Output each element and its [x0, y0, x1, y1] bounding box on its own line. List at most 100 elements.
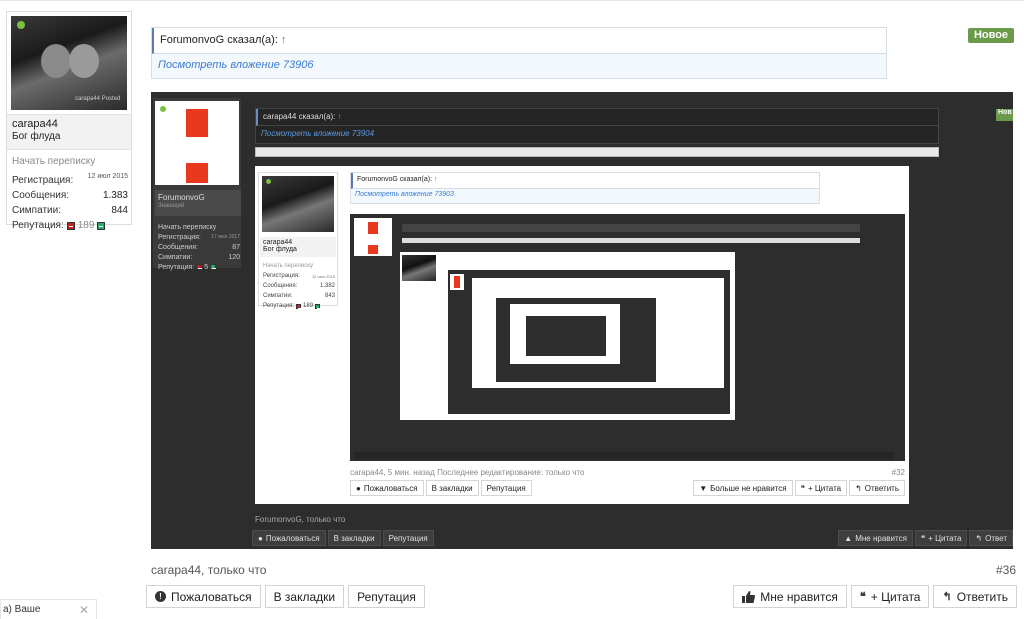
inner-attachment-link: Посмотреть вложение 73903	[351, 189, 819, 203]
reputation-minus-icon[interactable]	[66, 221, 75, 230]
embedded-quote-author: carapa44 сказал(а):	[263, 112, 336, 121]
logo-shape	[368, 222, 378, 234]
inner-report-label: Пожаловаться	[363, 483, 418, 493]
attached-screenshot[interactable]: ForumonvoG Знающий Начать переписку Реги…	[151, 92, 1013, 549]
inner-quote-header: ForumonvoG сказал(а): ↑	[351, 173, 819, 189]
embedded-registration-value: 17 июл 2017	[211, 234, 240, 240]
inner-quote-label: + Цитата	[807, 483, 842, 493]
reputation: Репутация: 189	[12, 220, 106, 231]
embedded-reputation-row: Репутация: 5	[158, 262, 240, 272]
report-button[interactable]: ! Пожаловаться	[146, 585, 261, 608]
inner-right-buttons: ▼ Больше не нравится ❝ + Цитата ↰ Ответить	[693, 480, 905, 498]
reputation-plus-icon[interactable]	[97, 221, 106, 230]
embedded-report-button: ● Пожаловаться	[252, 530, 326, 546]
start-conversation-link[interactable]: Начать переписку	[12, 156, 128, 167]
embedded-messages-row: Сообщения: 87	[158, 242, 240, 252]
avatar[interactable]: carapa44 Posted	[11, 16, 127, 110]
inner-messages-label: Сообщения:	[263, 283, 298, 289]
alert-circle-icon: ●	[258, 533, 263, 543]
reputation-minus-icon	[296, 303, 303, 309]
logo-shape	[454, 276, 460, 288]
embedded-bookmark-label: В закладки	[333, 533, 375, 543]
post-number[interactable]: #36	[996, 563, 1016, 577]
quote-button[interactable]: ❝ + Цитата	[850, 585, 930, 608]
quote-author: ForumonvoG сказал(а):	[160, 34, 278, 46]
inner-button-row: ● Пожаловаться В закладки Репутация ▼ Боль…	[350, 480, 905, 498]
inner-user-name-block: carapa44 Бог флуда	[260, 237, 336, 257]
quote-block: ForumonvoG сказал(а): ↑ Посмотреть вложе…	[151, 27, 887, 79]
inner-avatar	[262, 176, 334, 232]
go-to-quote-arrow-icon[interactable]: ↑	[281, 34, 287, 46]
inner-messages-value: 1.382	[319, 283, 335, 289]
embedded-attachment-link: Посмотреть вложение 73904	[261, 129, 375, 138]
thumbs-up-icon: ▲	[844, 533, 853, 543]
embedded-start-conversation: Начать переписку	[158, 222, 240, 232]
inner-registration-value: 12 июл 2015	[311, 273, 335, 279]
embedded-quote-button: ❝ + Цитата	[914, 530, 968, 546]
inner-user-block: carapa44 Бог флуда Начать переписку Реги…	[258, 172, 338, 309]
user-info: Начать переписку Регистрация: 12 июл 201…	[12, 156, 128, 233]
embedded-button-row: ● Пожаловаться В закладки Репутация ▲ Мне …	[252, 530, 1013, 548]
inner-reputation-label: Репутация:	[263, 303, 295, 309]
page: carapa44 Posted carapa44 Бог флуда Начат…	[0, 0, 1024, 619]
bookmark-button[interactable]: В закладки	[264, 585, 345, 608]
post-meta[interactable]: carapa44, только что	[151, 563, 266, 577]
username[interactable]: carapa44	[12, 118, 126, 130]
reputation-button[interactable]: Репутация	[348, 585, 425, 608]
inner-reputation-row: Репутация: 189	[263, 301, 335, 311]
user-title: Бог флуда	[12, 131, 61, 142]
close-icon[interactable]: ✕	[79, 603, 89, 617]
inner-reputation-value: 189	[303, 303, 314, 309]
avatar-shape	[41, 44, 71, 78]
inner-unlike-label: Больше не нравится	[710, 483, 787, 493]
embedded-username: ForumonvoG	[158, 193, 205, 202]
likes-row: Симпатии: 844	[12, 203, 128, 218]
likes-label: Симпатии:	[12, 205, 61, 216]
reply-label: Ответить	[956, 589, 1008, 604]
embedded-user-info: Начать переписку Регистрация: 17 июл 2017…	[158, 222, 240, 272]
notification-popup[interactable]: а) Ваше ✕	[0, 599, 97, 619]
embedded-messages-value: 87	[232, 243, 240, 251]
new-badge: Новое	[968, 28, 1014, 43]
embedded-reputation-value: 5	[204, 263, 209, 271]
attachment-link[interactable]: Посмотреть вложение 73906	[152, 54, 886, 78]
embedded-registration-row: Регистрация: 17 июл 2017	[158, 232, 240, 242]
inner-start-conversation: Начать переписку	[263, 263, 313, 269]
messages-value[interactable]: 1.383	[103, 190, 128, 201]
post-actions: ! Пожаловаться В закладки Репутация Мне …	[146, 585, 1017, 609]
nested-logo	[450, 274, 464, 290]
messages-row: Сообщения: 1.383	[12, 188, 128, 203]
reply-button[interactable]: ↰ Ответить	[933, 585, 1017, 608]
embedded-likes-row: Симпатии: 120	[158, 252, 240, 262]
embedded-user-name-block: ForumonvoG Знающий	[155, 190, 241, 216]
nested-screenshot-level-3	[448, 270, 730, 414]
alert-circle-icon: !	[155, 591, 166, 602]
online-indicator	[266, 179, 271, 184]
logo-shape	[186, 163, 208, 183]
inner-report-button: ● Пожаловаться	[350, 480, 424, 496]
embedded-new-badge: Нов	[996, 109, 1013, 121]
report-label: Пожаловаться	[171, 589, 252, 604]
nested-post-level-4	[472, 278, 724, 388]
nested-quote-bar	[402, 224, 860, 232]
thumbs-up-icon	[742, 590, 756, 603]
inner-registration-label: Регистрация:	[263, 273, 300, 279]
reply-arrow-icon: ↰	[975, 533, 983, 543]
reputation-minus-icon	[196, 264, 203, 270]
nested-post-level-6	[510, 304, 620, 364]
registration-value: 12 июл 2015	[87, 173, 128, 180]
embedded-like-button: ▲ Мне нравится	[838, 530, 913, 546]
forum-post: carapa44 Posted carapa44 Бог флуда Начат…	[0, 0, 1024, 619]
messages-label: Сообщения:	[12, 190, 70, 201]
embedded-bookmark-button: В закладки	[327, 530, 381, 546]
like-button[interactable]: Мне нравится	[733, 585, 847, 608]
inner-likes-label: Симпатии:	[263, 293, 293, 299]
notification-text: а) Ваше	[3, 604, 41, 615]
quote-label: + Цитата	[870, 589, 921, 604]
embedded-quote: carapa44 сказал(а): ↑ Посмотреть вложени…	[255, 108, 939, 144]
inner-post-meta: carapa44, 5 мин. назад Последнее редакти…	[350, 468, 905, 477]
quote-icon: ❝	[859, 591, 866, 603]
thumbs-down-icon: ▼	[699, 483, 708, 493]
embedded-messages-label: Сообщения:	[158, 243, 198, 251]
embedded-likes-label: Симпатии:	[158, 253, 193, 261]
